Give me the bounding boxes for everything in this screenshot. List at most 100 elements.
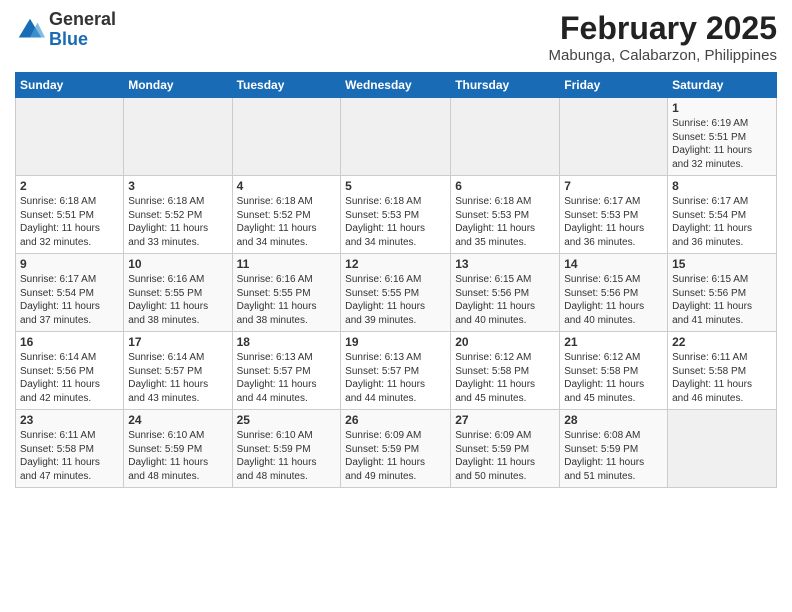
day-info: Sunrise: 6:17 AM Sunset: 5:54 PM Dayligh… <box>20 273 119 327</box>
weekday-header: Wednesday <box>341 73 451 98</box>
calendar-cell <box>16 98 124 176</box>
calendar-cell: 11 Sunrise: 6:16 AM Sunset: 5:55 PM Dayli… <box>232 254 341 332</box>
calendar-cell: 26Sunrise: 6:09 AM Sunset: 5:59 PM Dayli… <box>341 410 451 488</box>
day-number: 7 <box>564 179 663 193</box>
weekday-header: Monday <box>124 73 232 98</box>
day-info: Sunrise: 6:17 AM Sunset: 5:54 PM Dayligh… <box>672 195 772 249</box>
day-info: Sunrise: 6:19 AM Sunset: 5:51 PM Dayligh… <box>672 117 772 171</box>
calendar-cell: 7 Sunrise: 6:17 AM Sunset: 5:53 PM Daylig… <box>560 176 668 254</box>
calendar-cell: 5 Sunrise: 6:18 AM Sunset: 5:53 PM Daylig… <box>341 176 451 254</box>
logo-icon <box>15 15 45 45</box>
calendar-cell <box>232 98 341 176</box>
calendar-cell: 17 Sunrise: 6:14 AM Sunset: 5:57 PM Dayli… <box>124 332 232 410</box>
day-info: Sunrise: 6:09 AM Sunset: 5:59 PM Dayligh… <box>455 429 555 483</box>
day-number: 14 <box>564 257 663 271</box>
location: Mabunga, Calabarzon, Philippines <box>549 47 777 64</box>
day-info: Sunrise: 6:18 AM Sunset: 5:52 PM Dayligh… <box>128 195 227 249</box>
logo-text: General Blue <box>49 10 116 50</box>
calendar-cell: 4Sunrise: 6:18 AM Sunset: 5:52 PM Daylig… <box>232 176 341 254</box>
day-info: Sunrise: 6:12 AM Sunset: 5:58 PM Dayligh… <box>564 351 663 405</box>
day-number: 17 <box>128 335 227 349</box>
weekday-header: Saturday <box>668 73 777 98</box>
calendar-cell: 15Sunrise: 6:15 AM Sunset: 5:56 PM Dayli… <box>668 254 777 332</box>
day-number: 18 <box>237 335 337 349</box>
weekday-header: Sunday <box>16 73 124 98</box>
day-info: Sunrise: 6:15 AM Sunset: 5:56 PM Dayligh… <box>564 273 663 327</box>
calendar-header-row: SundayMondayTuesdayWednesdayThursdayFrid… <box>16 73 777 98</box>
day-info: Sunrise: 6:13 AM Sunset: 5:57 PM Dayligh… <box>237 351 337 405</box>
calendar-week-row: 2 Sunrise: 6:18 AM Sunset: 5:51 PM Daylig… <box>16 176 777 254</box>
logo: General Blue <box>15 10 116 50</box>
page-container: General Blue February 2025 Mabunga, Cala… <box>0 0 792 498</box>
calendar-cell <box>668 410 777 488</box>
title-area: February 2025 Mabunga, Calabarzon, Phili… <box>549 10 777 64</box>
calendar-cell: 23Sunrise: 6:11 AM Sunset: 5:58 PM Dayli… <box>16 410 124 488</box>
day-info: Sunrise: 6:18 AM Sunset: 5:53 PM Dayligh… <box>345 195 446 249</box>
calendar-cell: 8Sunrise: 6:17 AM Sunset: 5:54 PM Daylig… <box>668 176 777 254</box>
calendar-cell: 3 Sunrise: 6:18 AM Sunset: 5:52 PM Daylig… <box>124 176 232 254</box>
day-number: 20 <box>455 335 555 349</box>
day-info: Sunrise: 6:11 AM Sunset: 5:58 PM Dayligh… <box>672 351 772 405</box>
calendar-cell: 9 Sunrise: 6:17 AM Sunset: 5:54 PM Daylig… <box>16 254 124 332</box>
day-info: Sunrise: 6:17 AM Sunset: 5:53 PM Dayligh… <box>564 195 663 249</box>
calendar-cell <box>341 98 451 176</box>
header: General Blue February 2025 Mabunga, Cala… <box>15 10 777 64</box>
weekday-header: Friday <box>560 73 668 98</box>
logo-general: General <box>49 9 116 29</box>
day-number: 12 <box>345 257 446 271</box>
day-number: 21 <box>564 335 663 349</box>
day-number: 5 <box>345 179 446 193</box>
day-number: 6 <box>455 179 555 193</box>
day-number: 26 <box>345 413 446 427</box>
day-number: 27 <box>455 413 555 427</box>
calendar-week-row: 9 Sunrise: 6:17 AM Sunset: 5:54 PM Daylig… <box>16 254 777 332</box>
day-info: Sunrise: 6:14 AM Sunset: 5:57 PM Dayligh… <box>128 351 227 405</box>
day-number: 24 <box>128 413 227 427</box>
day-info: Sunrise: 6:16 AM Sunset: 5:55 PM Dayligh… <box>128 273 227 327</box>
calendar-cell: 6 Sunrise: 6:18 AM Sunset: 5:53 PM Daylig… <box>451 176 560 254</box>
calendar-week-row: 1 Sunrise: 6:19 AM Sunset: 5:51 PM Daylig… <box>16 98 777 176</box>
calendar-week-row: 23Sunrise: 6:11 AM Sunset: 5:58 PM Dayli… <box>16 410 777 488</box>
day-number: 22 <box>672 335 772 349</box>
calendar-cell: 16 Sunrise: 6:14 AM Sunset: 5:56 PM Dayli… <box>16 332 124 410</box>
calendar-cell <box>560 98 668 176</box>
day-number: 11 <box>237 257 337 271</box>
day-number: 13 <box>455 257 555 271</box>
day-info: Sunrise: 6:18 AM Sunset: 5:53 PM Dayligh… <box>455 195 555 249</box>
day-number: 23 <box>20 413 119 427</box>
day-info: Sunrise: 6:16 AM Sunset: 5:55 PM Dayligh… <box>345 273 446 327</box>
day-number: 16 <box>20 335 119 349</box>
day-number: 25 <box>237 413 337 427</box>
day-info: Sunrise: 6:12 AM Sunset: 5:58 PM Dayligh… <box>455 351 555 405</box>
day-info: Sunrise: 6:16 AM Sunset: 5:55 PM Dayligh… <box>237 273 337 327</box>
day-info: Sunrise: 6:13 AM Sunset: 5:57 PM Dayligh… <box>345 351 446 405</box>
logo-blue: Blue <box>49 29 88 49</box>
calendar-cell <box>124 98 232 176</box>
calendar-cell: 12 Sunrise: 6:16 AM Sunset: 5:55 PM Dayli… <box>341 254 451 332</box>
day-info: Sunrise: 6:10 AM Sunset: 5:59 PM Dayligh… <box>237 429 337 483</box>
calendar-cell: 24 Sunrise: 6:10 AM Sunset: 5:59 PM Dayli… <box>124 410 232 488</box>
day-number: 2 <box>20 179 119 193</box>
month-title: February 2025 <box>549 10 777 47</box>
calendar-cell: 27 Sunrise: 6:09 AM Sunset: 5:59 PM Dayli… <box>451 410 560 488</box>
calendar-week-row: 16 Sunrise: 6:14 AM Sunset: 5:56 PM Dayli… <box>16 332 777 410</box>
day-info: Sunrise: 6:08 AM Sunset: 5:59 PM Dayligh… <box>564 429 663 483</box>
weekday-header: Thursday <box>451 73 560 98</box>
day-info: Sunrise: 6:10 AM Sunset: 5:59 PM Dayligh… <box>128 429 227 483</box>
calendar-cell: 10 Sunrise: 6:16 AM Sunset: 5:55 PM Dayli… <box>124 254 232 332</box>
calendar-cell: 19Sunrise: 6:13 AM Sunset: 5:57 PM Dayli… <box>341 332 451 410</box>
calendar-cell: 25 Sunrise: 6:10 AM Sunset: 5:59 PM Dayli… <box>232 410 341 488</box>
calendar-cell: 1 Sunrise: 6:19 AM Sunset: 5:51 PM Daylig… <box>668 98 777 176</box>
calendar-cell: 22 Sunrise: 6:11 AM Sunset: 5:58 PM Dayli… <box>668 332 777 410</box>
day-number: 1 <box>672 101 772 115</box>
day-number: 9 <box>20 257 119 271</box>
day-number: 10 <box>128 257 227 271</box>
calendar-cell: 21 Sunrise: 6:12 AM Sunset: 5:58 PM Dayli… <box>560 332 668 410</box>
day-number: 15 <box>672 257 772 271</box>
day-info: Sunrise: 6:14 AM Sunset: 5:56 PM Dayligh… <box>20 351 119 405</box>
day-info: Sunrise: 6:18 AM Sunset: 5:51 PM Dayligh… <box>20 195 119 249</box>
day-number: 4 <box>237 179 337 193</box>
calendar-cell: 18 Sunrise: 6:13 AM Sunset: 5:57 PM Dayli… <box>232 332 341 410</box>
day-number: 3 <box>128 179 227 193</box>
calendar-cell: 14 Sunrise: 6:15 AM Sunset: 5:56 PM Dayli… <box>560 254 668 332</box>
